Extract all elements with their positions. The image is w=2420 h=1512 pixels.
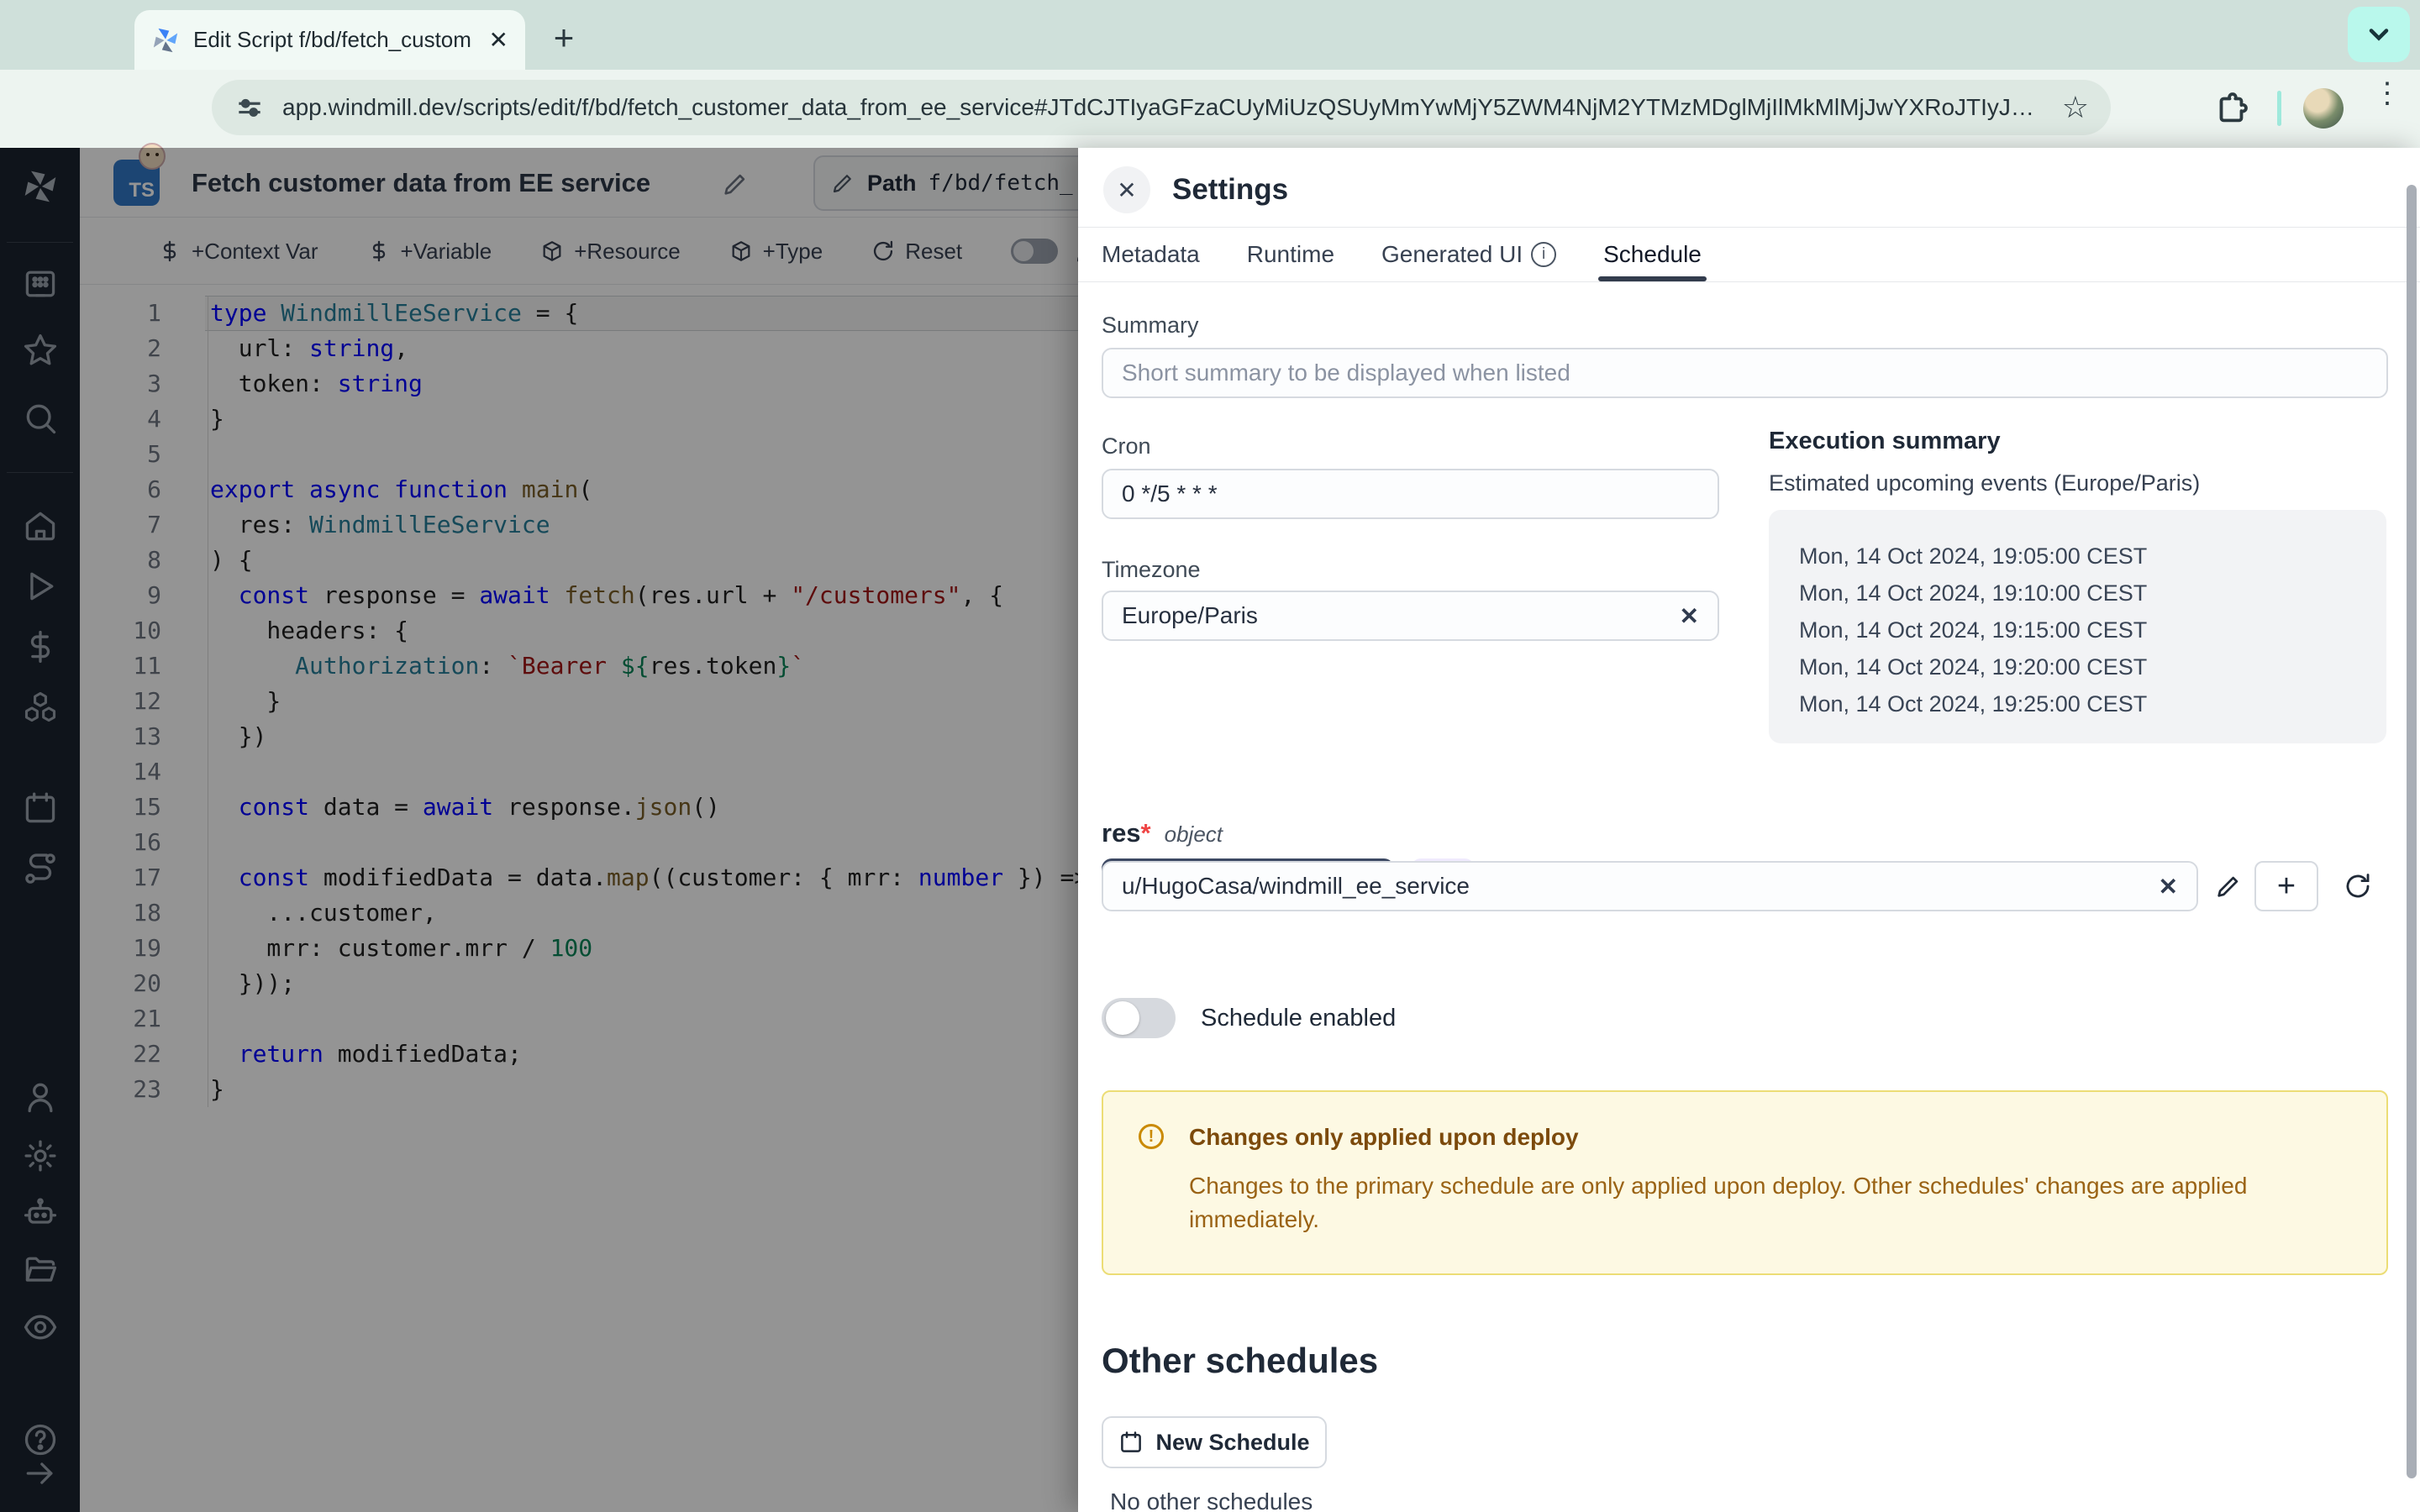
- summary-placeholder: Short summary to be displayed when liste…: [1122, 360, 1570, 386]
- tab-close-icon[interactable]: ✕: [489, 26, 508, 54]
- upcoming-event: Mon, 14 Oct 2024, 19:20:00 CEST: [1799, 654, 2147, 680]
- timezone-input[interactable]: Europe/Paris ✕: [1102, 591, 1719, 641]
- schedule-enabled-toggle[interactable]: [1102, 998, 1176, 1038]
- clear-resource-icon[interactable]: ✕: [2159, 873, 2178, 900]
- refresh-resource-icon[interactable]: [2344, 872, 2372, 900]
- warning-title: Changes only applied upon deploy: [1189, 1124, 1579, 1151]
- upcoming-event: Mon, 14 Oct 2024, 19:25:00 CEST: [1799, 691, 2147, 717]
- tab-runtime[interactable]: Runtime: [1247, 228, 1334, 281]
- info-icon: i: [1531, 242, 1556, 267]
- upcoming-event: Mon, 14 Oct 2024, 19:05:00 CEST: [1799, 543, 2147, 570]
- schedule-enabled-row: Schedule enabled: [1102, 998, 1396, 1038]
- browser-tab-strip: Edit Script f/bd/fetch_custom ✕ +: [0, 0, 2420, 70]
- browser-menu-icon[interactable]: ⋮: [2373, 86, 2402, 101]
- tab-schedule[interactable]: Schedule: [1603, 228, 1702, 281]
- extensions-icon[interactable]: [2212, 89, 2250, 128]
- other-schedules-heading: Other schedules: [1102, 1341, 1378, 1381]
- add-resource-button[interactable]: +: [2254, 861, 2318, 911]
- no-other-schedules-text: No other schedules: [1110, 1488, 1313, 1512]
- timezone-value: Europe/Paris: [1122, 602, 1258, 629]
- resource-value: u/HugoCasa/windmill_ee_service: [1122, 873, 1470, 900]
- resource-arg-label: res*object: [1102, 818, 1223, 848]
- screen: Edit Script f/bd/fetch_custom ✕ + app.wi…: [0, 0, 2420, 1512]
- warning-icon: !: [1139, 1124, 1164, 1149]
- close-drawer-button[interactable]: ✕: [1103, 166, 1150, 213]
- summary-input[interactable]: Short summary to be displayed when liste…: [1102, 348, 2388, 398]
- tab-title: Edit Script f/bd/fetch_custom: [193, 27, 471, 53]
- cron-value: 0 */5 * * *: [1122, 480, 1218, 507]
- windmill-favicon-icon: [151, 26, 180, 55]
- cron-input[interactable]: 0 */5 * * *: [1102, 469, 1719, 519]
- schedule-enabled-label: Schedule enabled: [1201, 1005, 1396, 1032]
- edit-resource-pencil-icon[interactable]: [2214, 872, 2243, 900]
- cron-label: Cron: [1102, 433, 1151, 459]
- clear-timezone-icon[interactable]: ✕: [1680, 602, 1699, 630]
- browser-tab[interactable]: Edit Script f/bd/fetch_custom ✕: [134, 10, 525, 70]
- tab-metadata[interactable]: Metadata: [1102, 228, 1200, 281]
- drawer-title: Settings: [1172, 173, 1288, 207]
- url-text[interactable]: app.windmill.dev/scripts/edit/f/bd/fetch…: [282, 94, 2050, 121]
- new-schedule-button[interactable]: New Schedule: [1102, 1416, 1327, 1468]
- settings-tabs: Metadata Runtime Generated UI i Schedule: [1078, 227, 2420, 282]
- profile-avatar[interactable]: [2303, 88, 2344, 129]
- url-bar[interactable]: app.windmill.dev/scripts/edit/f/bd/fetch…: [212, 80, 2111, 135]
- warning-body: Changes to the primary schedule are only…: [1189, 1169, 2332, 1236]
- resource-input[interactable]: u/HugoCasa/windmill_ee_service ✕: [1102, 861, 2198, 911]
- tab-search-button[interactable]: [2348, 7, 2410, 62]
- bookmark-star-icon[interactable]: ☆: [2062, 90, 2089, 125]
- drawer-backdrop[interactable]: [0, 148, 1078, 1512]
- execution-summary-heading: Execution summary: [1769, 428, 2001, 455]
- toolbar-separator: [2277, 91, 2281, 126]
- site-settings-icon[interactable]: [234, 92, 266, 123]
- upcoming-events-box: Mon, 14 Oct 2024, 19:05:00 CEST Mon, 14 …: [1769, 510, 2386, 743]
- calendar-icon: [1118, 1430, 1144, 1455]
- required-asterisk: *: [1141, 818, 1151, 848]
- drawer-scrollbar[interactable]: [2407, 185, 2417, 1478]
- settings-drawer: ✕ Settings Metadata Runtime Generated UI…: [1078, 148, 2420, 1512]
- deploy-warning-box: ! Changes only applied upon deploy Chang…: [1102, 1090, 2388, 1275]
- chevron-down-icon: [2364, 19, 2394, 50]
- upcoming-event: Mon, 14 Oct 2024, 19:10:00 CEST: [1799, 580, 2147, 606]
- new-tab-button[interactable]: +: [544, 18, 583, 57]
- tab-generated-ui[interactable]: Generated UI i: [1381, 228, 1556, 281]
- timezone-label: Timezone: [1102, 557, 1201, 583]
- close-icon: ✕: [1117, 176, 1136, 204]
- resource-arg-type: object: [1165, 822, 1223, 847]
- execution-summary-subheading: Estimated upcoming events (Europe/Paris): [1769, 470, 2200, 496]
- summary-label: Summary: [1102, 312, 1199, 339]
- upcoming-event: Mon, 14 Oct 2024, 19:15:00 CEST: [1799, 617, 2147, 643]
